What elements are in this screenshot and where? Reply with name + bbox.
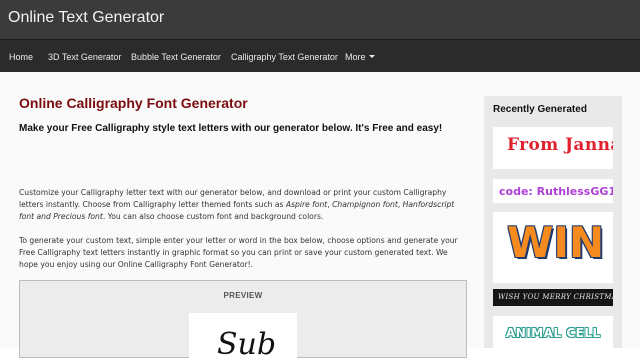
- preview-image: Sub: [189, 313, 297, 363]
- preview-label: PREVIEW: [223, 291, 263, 300]
- thumbnail-text: ANIMAL CELL: [506, 326, 601, 340]
- recent-thumbnail[interactable]: WIN: [493, 212, 613, 283]
- nav-item-3d-text-generator[interactable]: 3D Text Generator: [48, 52, 121, 62]
- main-navbar: Home 3D Text Generator Bubble Text Gener…: [0, 39, 640, 73]
- preview-panel: PREVIEW Sub: [19, 280, 467, 363]
- recent-thumbnail[interactable]: code: RuthlessGG10: [493, 179, 613, 203]
- instructions-paragraph: To generate your custom text, simple ent…: [19, 236, 458, 270]
- recent-thumbnail[interactable]: WISH YOU MERRY CHRISTMAS: [493, 289, 613, 306]
- thumbnail-text: WIN: [507, 218, 605, 267]
- intro-paragraph: Customize your Calligraphy letter text w…: [19, 187, 465, 224]
- page-subheading: Make your Free Calligraphy style text le…: [19, 123, 443, 134]
- thumbnail-text: WISH YOU MERRY CHRISTMAS: [498, 293, 613, 301]
- nav-item-calligraphy-text-generator[interactable]: Calligraphy Text Generator: [231, 52, 338, 62]
- page-title: Online Calligraphy Font Generator: [19, 95, 248, 111]
- nav-item-home[interactable]: Home: [9, 52, 33, 62]
- sidebar-title: Recently Generated: [493, 104, 587, 115]
- site-title[interactable]: Online Text Generator: [8, 9, 164, 27]
- intro-text-part2: . You can also choose custom font and ba…: [102, 212, 324, 222]
- nav-item-bubble-text-generator[interactable]: Bubble Text Generator: [131, 52, 221, 62]
- thumbnail-text: code: RuthlessGG10: [499, 185, 613, 198]
- caret-down-icon: [368, 55, 375, 58]
- thumbnail-text: From Janna: [507, 135, 613, 155]
- recently-generated-sidebar: Recently Generated From Janna code: Ruth…: [484, 96, 622, 356]
- font-name-aspire: Aspire font: [285, 200, 328, 210]
- nav-more-label: More: [345, 52, 366, 62]
- top-header: Online Text Generator: [0, 0, 640, 39]
- nav-item-more[interactable]: More: [345, 52, 375, 62]
- font-name-champignon: Champignon font: [332, 200, 398, 210]
- preview-sample-text: Sub: [217, 327, 277, 362]
- recent-thumbnail[interactable]: From Janna: [493, 127, 613, 169]
- recent-thumbnail[interactable]: ANIMAL CELL: [493, 316, 613, 356]
